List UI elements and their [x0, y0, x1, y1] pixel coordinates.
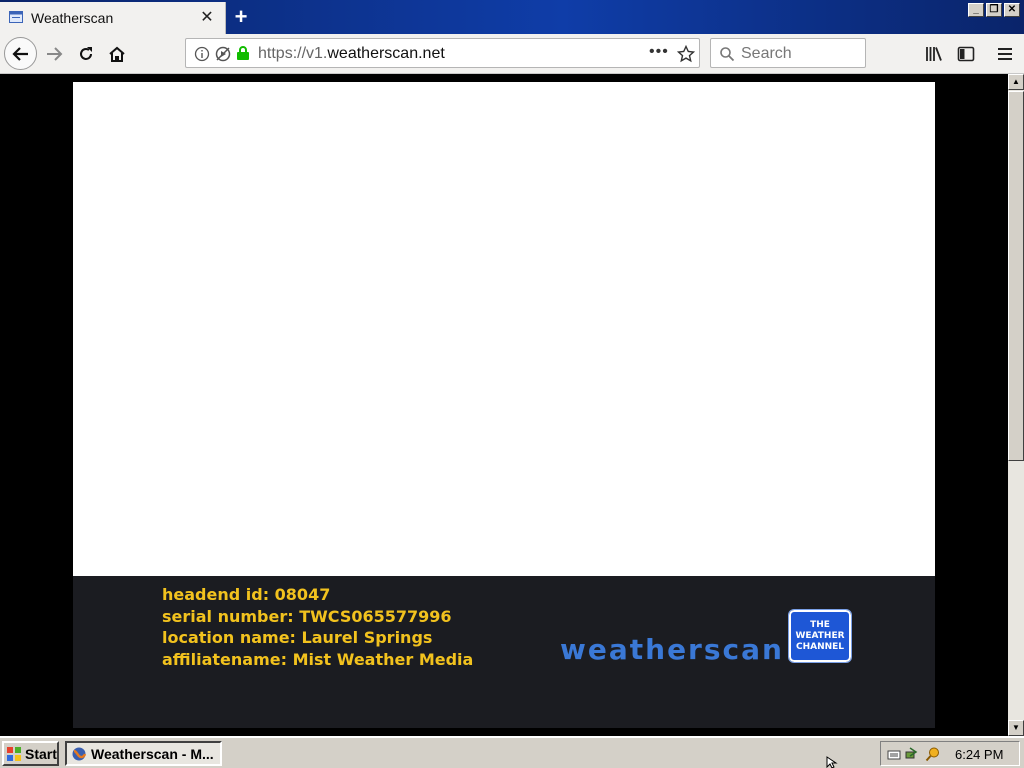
- tab-title: Weatherscan: [31, 10, 114, 26]
- search-placeholder: Search: [741, 45, 792, 62]
- serial-number: serial number: TWCS065577996: [162, 606, 452, 626]
- affiliate-name: affiliatename: Mist Weather Media: [162, 649, 474, 669]
- menu-icon[interactable]: [996, 45, 1014, 63]
- autoplay-blocked-icon[interactable]: [214, 46, 232, 62]
- arrow-left-icon: [11, 46, 28, 61]
- logo-line-2: WEATHER: [795, 630, 845, 641]
- reload-icon: [80, 47, 92, 60]
- info-icon[interactable]: [194, 46, 210, 62]
- close-window-button[interactable]: ✕: [1004, 3, 1020, 17]
- location-name: location name: Laurel Springs: [162, 628, 433, 647]
- window-controls: _ ❐ ✕: [968, 3, 1020, 17]
- scroll-up-arrow-icon[interactable]: ▲: [1008, 74, 1024, 90]
- windows-logo-icon: [7, 746, 21, 761]
- start-label: Start: [25, 745, 57, 762]
- home-button[interactable]: [105, 42, 129, 66]
- navigation-toolbar: https://v1.weatherscan.net ••• Search: [0, 34, 1024, 74]
- headend-id: headend id: 08047: [162, 585, 331, 604]
- headend-info: headend id: 08047 serial number: TWCS065…: [162, 584, 473, 670]
- network-icon[interactable]: [905, 746, 921, 762]
- taskbar-item-weatherscan[interactable]: Weatherscan - M...: [65, 741, 222, 766]
- system-tray: 6:24 PM: [880, 741, 1020, 766]
- firefox-icon: [72, 747, 87, 760]
- vertical-scrollbar[interactable]: ▲ ▼: [1008, 74, 1024, 736]
- lock-icon[interactable]: [236, 45, 250, 61]
- weather-display-area: [73, 82, 935, 576]
- keyboard-icon[interactable]: [887, 748, 901, 760]
- page-icon: [9, 11, 23, 23]
- page-viewport: headend id: 08047 serial number: TWCS065…: [0, 74, 1008, 736]
- taskbar-item-label: Weatherscan - M...: [91, 745, 214, 762]
- start-button[interactable]: Start: [2, 741, 59, 766]
- clock: 6:24 PM: [955, 747, 1004, 762]
- url-text: https://v1.weatherscan.net: [258, 45, 445, 62]
- scroll-thumb[interactable]: [1008, 91, 1024, 461]
- arrow-right-icon: [47, 47, 63, 61]
- search-icon: [720, 47, 735, 62]
- logo-line-3: CHANNEL: [795, 641, 845, 652]
- taskbar: Start Weatherscan - M... 6:24 PM: [0, 736, 1024, 768]
- info-panel: headend id: 08047 serial number: TWCS065…: [73, 576, 935, 728]
- forward-button[interactable]: [42, 42, 66, 66]
- minimize-button[interactable]: _: [968, 3, 984, 17]
- new-tab-button[interactable]: +: [228, 4, 254, 30]
- page-actions-icon[interactable]: •••: [649, 43, 669, 61]
- mouse-cursor-icon: [826, 756, 838, 768]
- sidebar-icon[interactable]: [957, 45, 975, 63]
- tab-strip: Weatherscan ✕ + _ ❐ ✕: [0, 0, 1024, 34]
- search-input[interactable]: Search: [710, 38, 866, 68]
- back-button[interactable]: [4, 37, 37, 70]
- weatherscan-logo: weatherscan: [560, 633, 784, 666]
- bookmark-star-icon[interactable]: [677, 45, 695, 63]
- magnifier-icon[interactable]: [925, 746, 941, 762]
- home-icon: [109, 46, 125, 62]
- weather-channel-logo: THE WEATHER CHANNEL: [788, 609, 852, 663]
- tab-weatherscan[interactable]: Weatherscan ✕: [0, 2, 226, 34]
- restore-button[interactable]: ❐: [986, 3, 1002, 17]
- reload-button[interactable]: [74, 42, 98, 66]
- scroll-down-arrow-icon[interactable]: ▼: [1008, 720, 1024, 736]
- library-icon[interactable]: [925, 45, 943, 63]
- close-tab-icon[interactable]: ✕: [196, 6, 218, 28]
- address-bar[interactable]: https://v1.weatherscan.net •••: [185, 38, 700, 68]
- logo-line-1: THE: [810, 619, 830, 630]
